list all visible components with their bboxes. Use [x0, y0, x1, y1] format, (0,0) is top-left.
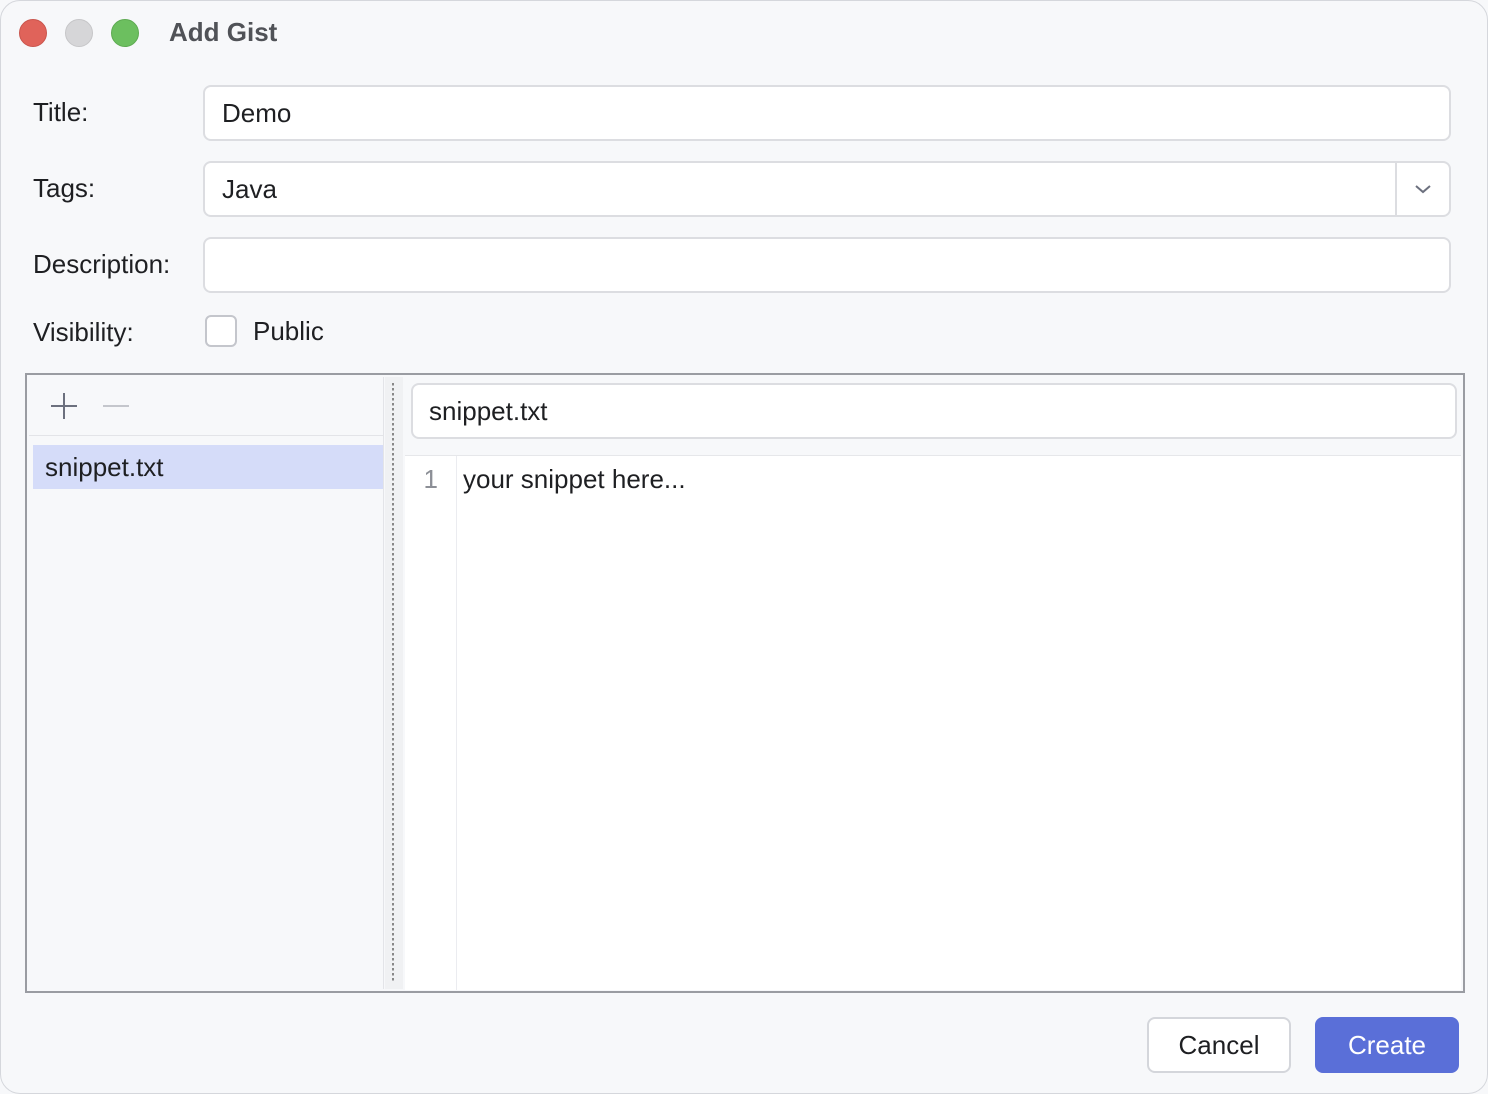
- dialog-title: Add Gist: [169, 17, 278, 47]
- splitter-grip: [392, 383, 394, 983]
- title-input-value: Demo: [222, 98, 292, 128]
- line-number-gutter: 1: [405, 456, 457, 990]
- visibility-label: Visibility:: [33, 317, 134, 347]
- add-gist-dialog: Add Gist Title: Demo Tags: Java Descript…: [0, 0, 1488, 1094]
- file-list-item-name: snippet.txt: [45, 452, 164, 482]
- tags-dropdown-button[interactable]: [1395, 163, 1449, 215]
- file-list-pane: snippet.txt: [29, 377, 384, 989]
- file-list-toolbar: [29, 377, 383, 436]
- maximize-window-button[interactable]: [111, 19, 139, 47]
- create-button[interactable]: Create: [1315, 1017, 1459, 1073]
- minus-icon: [103, 405, 129, 407]
- tags-label: Tags:: [33, 173, 96, 203]
- title-label: Title:: [33, 97, 89, 127]
- filename-input[interactable]: snippet.txt: [411, 383, 1457, 439]
- public-checkbox-label[interactable]: Public: [253, 316, 324, 347]
- line-number: 1: [423, 464, 438, 494]
- files-panel: snippet.txt snippet.txt 1 your snippet h…: [25, 373, 1465, 993]
- filename-input-value: snippet.txt: [429, 396, 548, 426]
- close-window-button[interactable]: [19, 19, 47, 47]
- description-input[interactable]: [203, 237, 1451, 293]
- title-input[interactable]: Demo: [203, 85, 1451, 141]
- title-bar: Add Gist: [1, 1, 1487, 65]
- plus-icon: [51, 393, 77, 419]
- public-checkbox[interactable]: [205, 315, 237, 347]
- pane-splitter[interactable]: [385, 377, 403, 989]
- chevron-down-icon: [1415, 185, 1431, 194]
- cancel-button[interactable]: Cancel: [1147, 1017, 1291, 1073]
- code-editor[interactable]: 1 your snippet here...: [405, 455, 1461, 990]
- code-line[interactable]: your snippet here...: [463, 464, 686, 495]
- add-file-button[interactable]: [49, 391, 79, 421]
- file-list-item[interactable]: snippet.txt: [33, 445, 383, 489]
- tags-value: Java: [222, 174, 277, 204]
- tags-combobox[interactable]: Java: [203, 161, 1451, 217]
- description-label: Description:: [33, 249, 171, 279]
- remove-file-button[interactable]: [101, 391, 131, 421]
- minimize-window-button[interactable]: [65, 19, 93, 47]
